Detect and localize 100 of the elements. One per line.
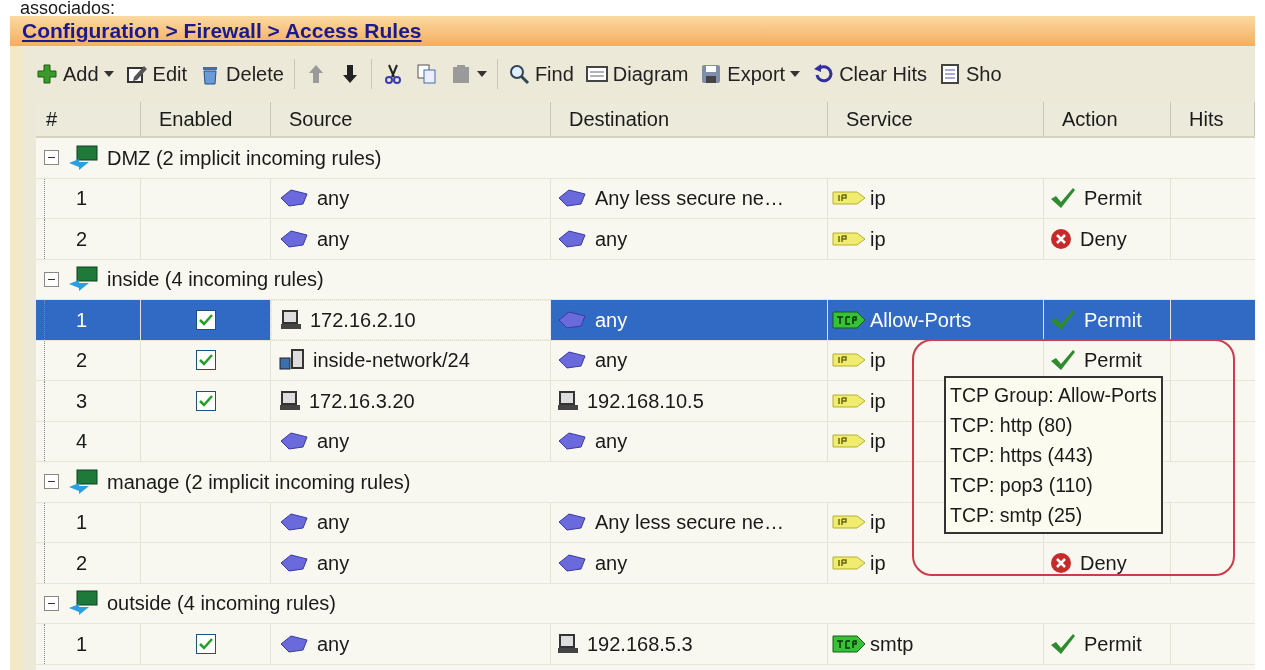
search-icon [507,63,530,85]
network-object-icon [279,431,309,452]
column-header[interactable]: Hits [1171,102,1255,136]
destination-text: 192.168.5.3 [587,631,693,657]
service-text: smtp [870,631,914,657]
column-header[interactable]: Action [1044,102,1171,136]
ip-tag-icon [832,352,866,369]
enabled-checkbox[interactable] [195,309,216,330]
collapse-toggle[interactable] [44,271,59,287]
rule-row[interactable]: 2 any any ip Deny [36,219,1255,260]
network-object-icon [279,188,309,209]
enabled-checkbox[interactable] [195,633,216,654]
group-label: outside (4 incoming rules) [107,591,336,617]
toolbar-button[interactable]: Clear Hits [810,59,929,89]
toolbar-button[interactable]: Find [505,59,576,89]
computer-icon [557,390,579,411]
enabled-checkbox[interactable] [195,350,216,371]
action-text: Deny [1080,226,1127,252]
interface-icon [67,590,99,617]
column-header[interactable]: Service [828,102,1044,136]
checkmark-icon [1050,632,1076,655]
column-header[interactable]: Enabled [141,102,271,136]
column-header[interactable]: Source [271,102,551,136]
rule-number: 2 [76,226,88,252]
action-text: Permit [1084,631,1142,657]
destination-text: any [595,429,628,455]
action-text: Permit [1084,307,1142,333]
source-text: any [317,510,350,536]
checkmark-icon [1050,308,1076,331]
service-text: ip [870,550,886,576]
toolbar-button[interactable]: Export [698,59,803,89]
refresh-icon [812,63,835,85]
group-label: inside (4 incoming rules) [107,267,324,293]
caret-icon [790,71,801,77]
destination-text: any [595,226,628,252]
ip-tag-icon [832,514,866,531]
collapse-toggle[interactable] [44,474,59,490]
service-text: ip [870,226,886,252]
toolbar-button[interactable]: Delete [197,59,286,89]
network-object-icon [557,552,587,573]
collapse-toggle[interactable] [44,150,59,166]
network-object-icon [279,228,309,249]
deny-icon [1050,551,1072,574]
interface-icon [67,144,99,171]
rule-number: 2 [76,348,88,374]
destination-text: Any less secure ne… [595,510,784,536]
computer-icon [280,309,302,330]
tcp-tag-icon [832,310,866,329]
column-header[interactable]: Destination [551,102,828,136]
computer-icon [279,390,301,411]
deny-icon [1050,227,1072,250]
tcp-tag-icon [832,634,866,653]
ip-tag-icon [832,554,866,571]
breadcrumb-link[interactable]: Configuration > Firewall > Access Rules [22,15,422,47]
action-text: Permit [1084,348,1142,374]
network-object-icon [557,512,587,533]
rule-number: 1 [76,631,88,657]
checkmark-icon [1050,349,1076,372]
source-text: any [317,226,350,252]
service-text: ip [870,510,886,536]
toolbar-button[interactable]: Add [34,59,116,89]
network-object-icon [279,552,309,573]
interface-icon [67,266,99,293]
toolbar-button[interactable]: Edit [123,59,190,89]
column-header[interactable]: # [36,102,141,136]
network-object-icon [557,431,587,452]
rule-number: 3 [76,388,88,414]
checkmark-icon [1050,187,1076,210]
list-icon [938,63,961,85]
ip-tag-icon [832,433,866,450]
group-label: DMZ (2 implicit incoming rules) [107,145,382,171]
tooltip-line: TCP: smtp (25) [950,503,1084,528]
caret-icon [103,71,114,77]
toolbar-button[interactable]: Sho [936,59,1004,89]
source-text: any [317,550,350,576]
tooltip-line: TCP: pop3 (110) [950,473,1094,498]
toolbar-button[interactable]: Diagram [583,59,691,89]
network-object-icon [557,228,587,249]
network-object-icon [557,350,587,371]
service-text: ip [870,186,886,212]
interface-icon [67,468,99,495]
rule-row[interactable]: 1 any Any less secure ne… ip Permit [36,178,1255,219]
source-text: any [317,429,350,455]
edit-icon [125,63,148,85]
rule-row[interactable]: 2 any any ip Deny [36,543,1255,584]
tooltip-line: TCP Group: Allow-Ports [950,383,1157,408]
rule-number: 1 [76,186,88,212]
ip-tag-icon [832,230,866,247]
enabled-checkbox[interactable] [195,390,216,411]
rule-number: 1 [76,510,88,536]
rule-row[interactable]: 1 172.16.2.10 any Allow-Ports Permit [36,300,1255,341]
destination-text: Any less secure ne… [595,186,784,212]
collapse-toggle[interactable] [44,595,59,611]
action-text: Permit [1084,186,1142,212]
rule-row[interactable]: 1 any 192.168.5.3 smtp Permit [36,624,1255,665]
caption-text: associados: [20,0,116,16]
rule-number: 2 [76,550,88,576]
rule-row[interactable]: 2 inside-network/24 any ip Permit [36,340,1255,381]
ip-tag-icon [832,392,866,409]
source-text: any [317,631,350,657]
